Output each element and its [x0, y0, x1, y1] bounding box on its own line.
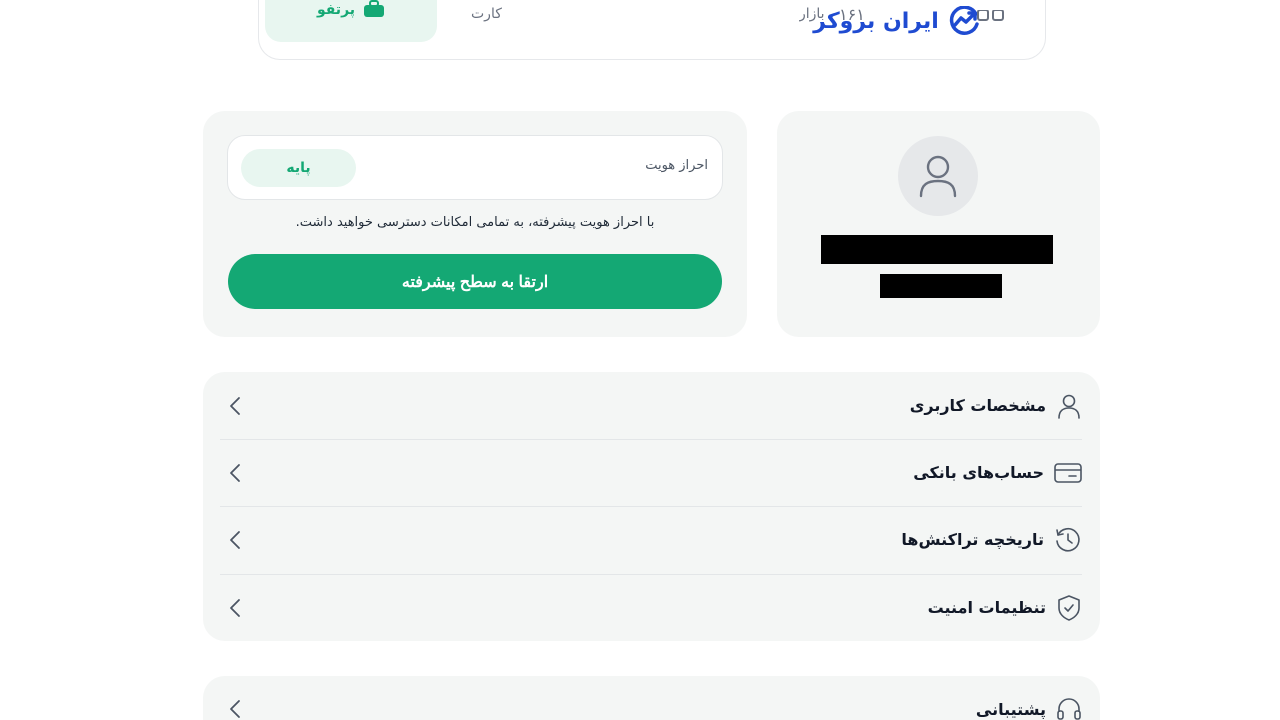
nav-item-number[interactable]: ۱۶۱ [839, 0, 865, 30]
menu-item-label: پشتیبانی [975, 699, 1046, 719]
nav-item-portfolio-label: پرتفو [316, 2, 356, 18]
briefcase-icon [364, 0, 385, 17]
chevron-left-icon [220, 458, 250, 488]
menu-item-security-settings[interactable]: تنظیمات امنیت [220, 574, 1082, 641]
card-icon [1054, 462, 1082, 483]
verification-card: احراز هویت پایه با احراز هویت پیشرفته، ب… [203, 111, 747, 337]
chevron-left-icon [220, 593, 250, 623]
menu-item-support[interactable]: پشتیبانی [220, 676, 1082, 720]
menu-item-label: تنظیمات امنیت [927, 598, 1046, 617]
menu-item-label: تاریخچه تراکنش‌ها [901, 530, 1044, 549]
headset-icon [1057, 698, 1081, 720]
history-icon [1056, 527, 1080, 552]
profile-card [777, 111, 1100, 337]
grid-icon [977, 10, 1004, 21]
menu-item-transaction-history[interactable]: تاریخچه تراکنش‌ها [220, 506, 1082, 573]
nav-item-portfolio[interactable]: پرتفو [265, 0, 437, 42]
support-card: پشتیبانی [203, 676, 1100, 720]
upgrade-level-button[interactable]: ارتقا به سطح پیشرفته [228, 254, 722, 309]
nav-item-card[interactable]: کارت [471, 0, 531, 28]
nav-item-card-label: کارت [471, 6, 502, 22]
redacted-user-id [880, 274, 1002, 298]
shield-icon [1058, 594, 1080, 621]
nav-item-grid[interactable] [977, 0, 1005, 28]
avatar[interactable] [898, 136, 978, 216]
verification-note: با احراز هویت پیشرفته، به تمامی امکانات … [295, 215, 655, 230]
nav-item-number-label: ۱۶۱ [839, 5, 865, 24]
verification-status-box: احراز هویت پایه [227, 135, 723, 200]
user-icon [919, 155, 957, 198]
account-menu: مشخصات کاربری حساب‌های بانکی تار [203, 372, 1100, 641]
verification-level-badge: پایه [241, 149, 356, 187]
logo-chart-icon [949, 6, 979, 35]
chevron-left-icon [220, 694, 250, 720]
top-navigation: پرتفو کارت ایران بروکر بازار ۱۶۱ [258, 0, 1046, 60]
menu-item-user-profile[interactable]: مشخصات کاربری [220, 372, 1082, 439]
user-icon [1058, 394, 1080, 419]
verification-label: احراز هویت [645, 158, 708, 173]
redaction-mark [833, 262, 841, 264]
menu-item-label: مشخصات کاربری [909, 396, 1046, 415]
redacted-user-name [821, 235, 1053, 264]
chevron-left-icon [220, 525, 250, 555]
menu-item-bank-accounts[interactable]: حساب‌های بانکی [220, 439, 1082, 506]
menu-item-label: حساب‌های بانکی [913, 463, 1044, 482]
chevron-left-icon [220, 391, 250, 421]
nav-item-market-label: بازار [799, 6, 825, 22]
